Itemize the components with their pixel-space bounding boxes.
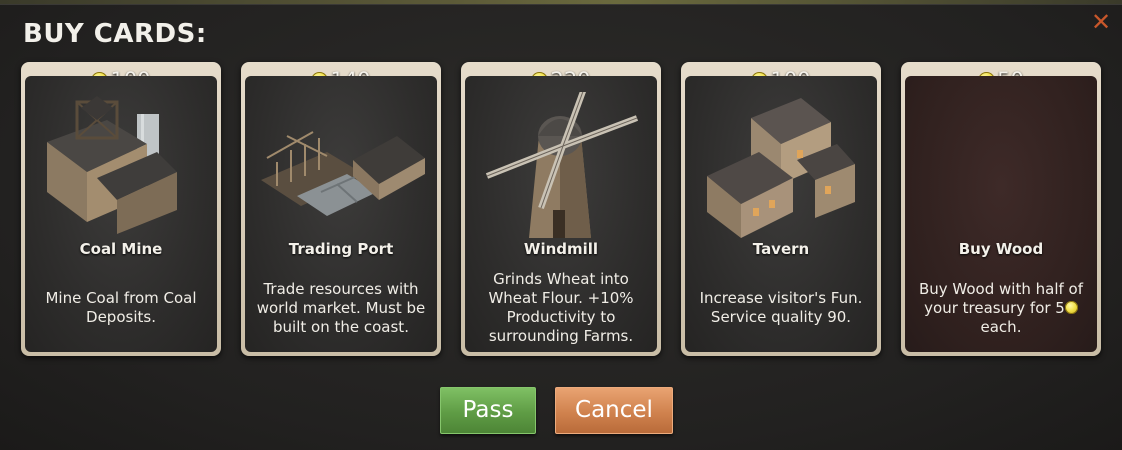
card-trading-port[interactable]: 140 Trading Port Trade resources with wo…	[241, 62, 441, 356]
dialog-title: BUY CARDS:	[23, 19, 207, 49]
card-title: Coal Mine	[79, 240, 163, 258]
card-description-text-end: each.	[980, 317, 1022, 336]
card-description: Grinds Wheat into Wheat Flour. +10% Prod…	[488, 270, 634, 345]
trading-port-building-icon	[261, 131, 425, 216]
coal-mine-building-icon	[47, 96, 177, 234]
card-description: Increase visitor's Fun. Service quality …	[699, 289, 863, 326]
coin-icon	[1064, 300, 1078, 314]
card-coal-mine[interactable]: 100 Coal Mine Mine Coal from Coal Deposi…	[21, 62, 221, 356]
card-description-text: Buy Wood with half of your treasury for …	[918, 279, 1083, 317]
cancel-button[interactable]: Cancel	[555, 387, 673, 434]
card-title: Buy Wood	[958, 240, 1044, 258]
close-icon[interactable]: ✕	[1090, 10, 1112, 34]
pass-button[interactable]: Pass	[440, 387, 536, 434]
card-description: Trade resources with world market. Must …	[256, 279, 426, 336]
card-tavern[interactable]: 100 Tavern Increase visitor's Fun. Servi…	[681, 62, 881, 356]
card-windmill[interactable]: 220 Windmill Grinds Wheat into Wheat Flo…	[461, 62, 661, 356]
windmill-building-icon	[485, 92, 639, 238]
card-title: Trading Port	[288, 240, 394, 258]
tavern-building-icon	[707, 98, 855, 238]
card-buy-wood[interactable]: 50 Buy Wood Buy Wood with half of your t…	[901, 62, 1101, 356]
card-description: Buy Wood with half of your treasury for …	[911, 268, 1091, 348]
card-title: Windmill	[523, 240, 599, 258]
card-title: Tavern	[752, 240, 810, 258]
card-description: Mine Coal from Coal Deposits.	[45, 289, 197, 326]
